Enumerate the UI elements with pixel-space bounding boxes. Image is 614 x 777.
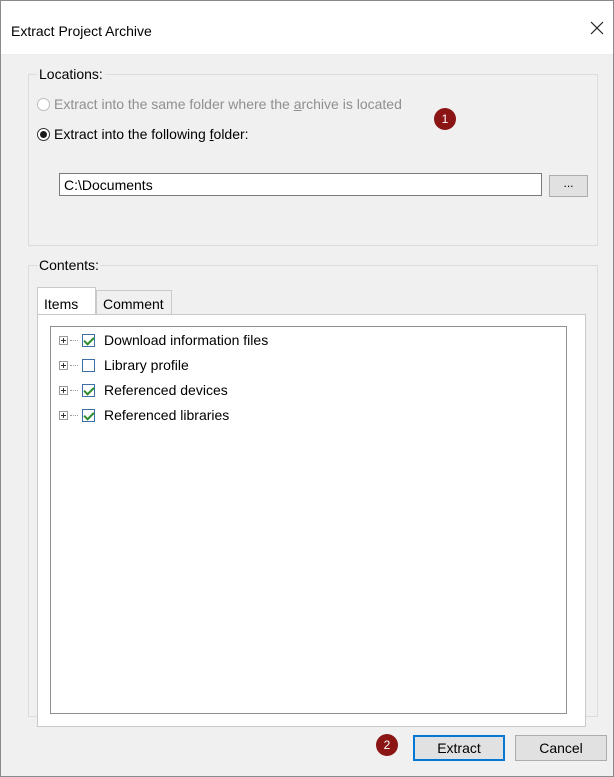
contents-label: Contents: <box>37 257 101 273</box>
title-bar: Extract Project Archive <box>1 1 613 55</box>
tree-item-label: Referenced libraries <box>104 407 230 423</box>
expand-icon[interactable] <box>59 410 68 420</box>
tree-item-label: Library profile <box>104 357 189 373</box>
item-checkbox[interactable] <box>82 333 95 347</box>
item-checkbox[interactable] <box>82 408 95 422</box>
tree-item[interactable]: Library profile <box>59 355 189 375</box>
close-icon[interactable] <box>587 18 607 38</box>
dialog-title: Extract Project Archive <box>11 23 152 39</box>
tree-item[interactable]: Referenced libraries <box>59 405 229 425</box>
locations-label: Locations: <box>37 66 105 82</box>
item-checkbox[interactable] <box>82 383 95 397</box>
locations-group: Locations: Extract into the same folder … <box>28 66 598 246</box>
radio-following-folder[interactable]: Extract into the following folder: <box>37 126 249 142</box>
radio-same-folder[interactable]: Extract into the same folder where the a… <box>37 96 402 112</box>
tree-item-label: Download information files <box>104 332 269 348</box>
expand-icon[interactable] <box>59 385 68 395</box>
radio-same-folder-button[interactable] <box>37 97 50 111</box>
browse-button[interactable]: ... <box>549 175 588 197</box>
items-tab-panel: Download information files Library profi… <box>37 314 586 727</box>
radio-following-folder-button[interactable] <box>37 127 50 141</box>
extract-project-archive-dialog: Extract Project Archive Locations: Extra… <box>0 0 614 777</box>
annotation-badge-2: 2 <box>376 734 398 756</box>
extract-button[interactable]: Extract <box>413 735 505 761</box>
tree-item[interactable]: Referenced devices <box>59 380 228 400</box>
cancel-button[interactable]: Cancel <box>515 735 607 761</box>
contents-group: Contents: Items Comment Download informa… <box>28 257 598 727</box>
items-tree[interactable]: Download information files Library profi… <box>50 326 567 714</box>
tree-item[interactable]: Download information files <box>59 330 268 350</box>
radio-same-folder-label: Extract into the same folder where the a… <box>54 96 402 112</box>
radio-following-folder-label: Extract into the following folder: <box>54 126 249 142</box>
tab-items[interactable]: Items <box>37 287 96 314</box>
annotation-badge-1: 1 <box>434 108 456 130</box>
tree-item-label: Referenced devices <box>104 382 228 398</box>
expand-icon[interactable] <box>59 360 68 370</box>
folder-path-input[interactable] <box>59 173 542 196</box>
item-checkbox[interactable] <box>82 358 95 372</box>
tab-comment[interactable]: Comment <box>96 290 172 314</box>
expand-icon[interactable] <box>59 335 68 345</box>
